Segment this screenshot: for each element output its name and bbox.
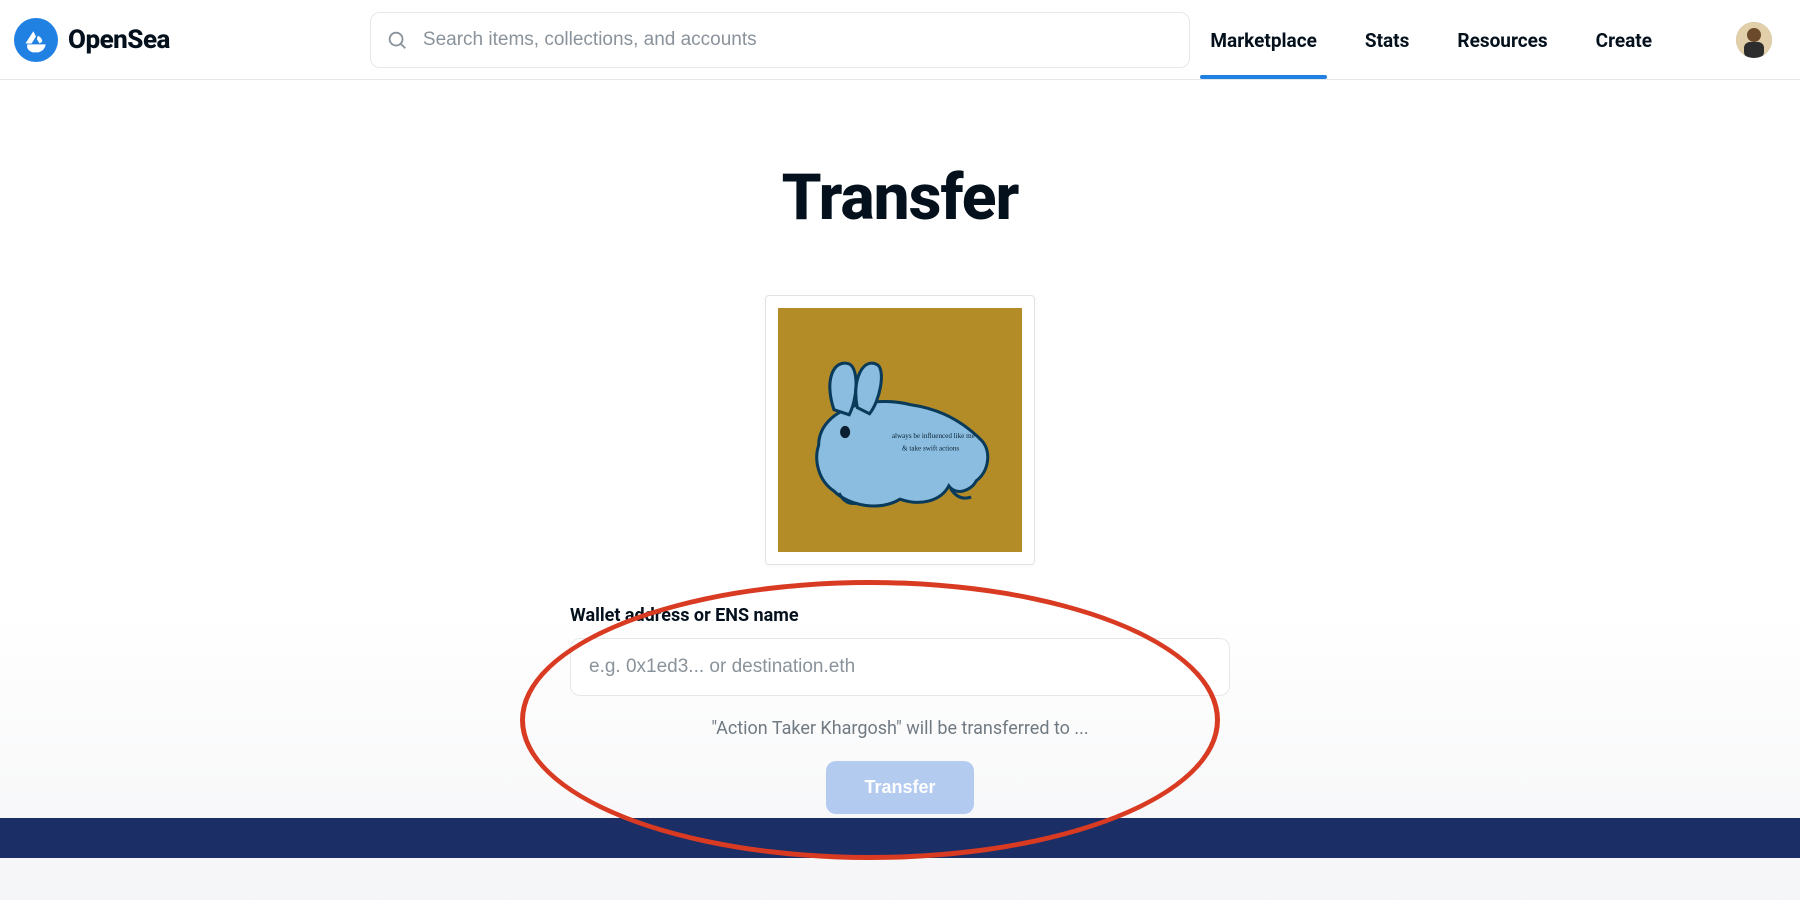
nav-marketplace[interactable]: Marketplace — [1210, 1, 1316, 78]
wallet-address-input[interactable] — [570, 638, 1230, 696]
transfer-status-text: "Action Taker Khargosh" will be transfer… — [570, 718, 1230, 739]
avatar-icon — [1736, 22, 1772, 58]
main-content: Transfer always be influenced like me & … — [0, 80, 1800, 814]
nft-card[interactable]: always be influenced like me & take swif… — [765, 295, 1035, 565]
transfer-form: Wallet address or ENS name "Action Taker… — [570, 605, 1230, 814]
svg-text:& take swift actions: & take swift actions — [902, 444, 959, 452]
nav-links: Marketplace Stats Resources Create — [1210, 1, 1782, 78]
nft-image: always be influenced like me & take swif… — [778, 308, 1022, 552]
search-input[interactable] — [370, 12, 1190, 68]
user-avatar[interactable] — [1736, 22, 1772, 58]
nav-stats[interactable]: Stats — [1365, 1, 1410, 78]
brand-name: OpenSea — [68, 25, 170, 55]
search-icon — [386, 29, 408, 51]
page-title: Transfer — [0, 160, 1800, 235]
nav-resources[interactable]: Resources — [1457, 1, 1547, 78]
top-navbar: OpenSea Marketplace Stats Resources Crea… — [0, 0, 1800, 80]
brand-link[interactable]: OpenSea — [14, 18, 170, 62]
transfer-button[interactable]: Transfer — [826, 761, 973, 814]
footer-strip — [0, 818, 1800, 858]
address-label: Wallet address or ENS name — [570, 605, 1230, 626]
nav-create[interactable]: Create — [1596, 1, 1652, 78]
opensea-logo-icon — [14, 18, 58, 62]
svg-text:always be influenced like me: always be influenced like me — [892, 432, 975, 440]
search-wrap — [370, 12, 1190, 68]
